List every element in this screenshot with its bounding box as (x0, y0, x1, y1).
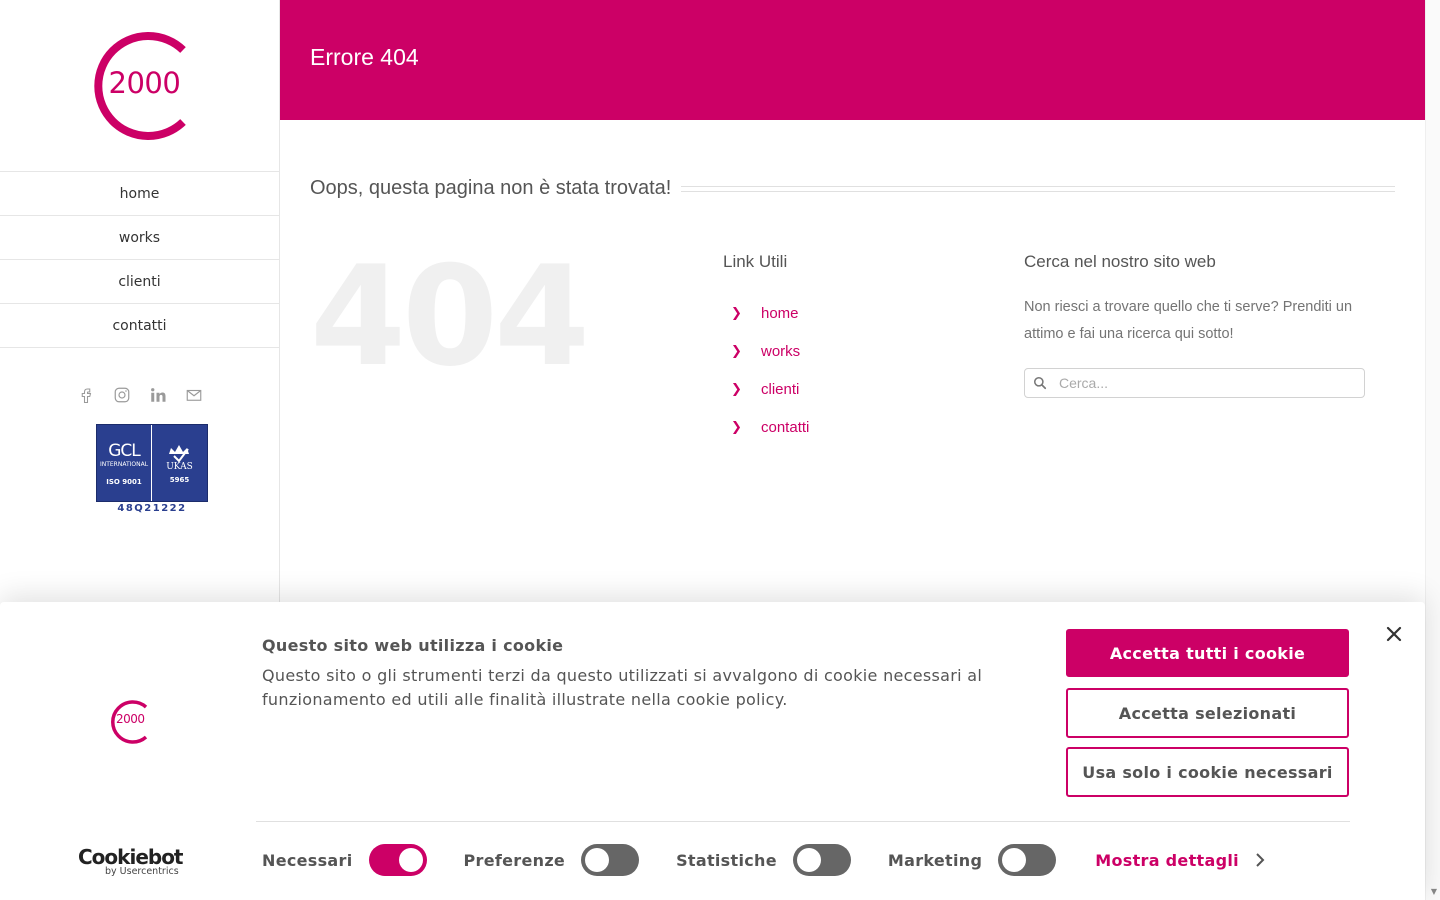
marketing-toggle[interactable] (998, 844, 1057, 876)
cert-sub: INTERNATIONAL (99, 460, 149, 468)
link-home[interactable]: home (761, 305, 799, 322)
iso-certification-badge: GCL INTERNATIONAL ISO 9001 UKAS 5965 48Q… (96, 424, 208, 516)
cert-number: 5965 (169, 476, 190, 484)
toggle-group-statistiche: Statistiche (676, 844, 851, 876)
cert-brand: GCL (108, 440, 141, 461)
cookie-banner: 2000 Questo sito web utilizza i cookie Q… (0, 602, 1425, 900)
show-details-link[interactable]: Mostra dettagli (1095, 851, 1265, 870)
cert-ukas: UKAS (166, 462, 193, 472)
search-title: Cerca nel nostro sito web (1024, 252, 1216, 271)
list-item: ❯ clienti (723, 370, 983, 408)
site-search: Cerca nel nostro sito web Non riesci a t… (1024, 252, 1365, 398)
cert-iso: ISO 9001 (106, 477, 142, 486)
necessari-toggle[interactable] (368, 844, 427, 876)
show-details-label: Mostra dettagli (1095, 850, 1239, 870)
toggle-knob (796, 848, 821, 872)
sidebar-nav: home works clienti contatti (0, 171, 279, 348)
heading-separator (681, 185, 1395, 192)
link-clienti[interactable]: clienti (761, 381, 799, 398)
chevron-right-icon: ❯ (731, 419, 742, 435)
cert-right: UKAS 5965 (152, 425, 207, 501)
useful-links: Link Utili ❯ home ❯ works ❯ clienti ❯ contat… (723, 252, 983, 446)
toggle-label: Necessari (262, 850, 353, 870)
cookie-logo-text: 2000 (116, 712, 145, 726)
toggle-label: Marketing (887, 850, 983, 870)
list-item: ❯ home (723, 294, 983, 332)
toggle-group-marketing: Marketing (887, 844, 1057, 876)
list-item: ❯ works (723, 332, 983, 370)
cert-box: GCL INTERNATIONAL ISO 9001 UKAS 5965 (96, 424, 208, 502)
link-contatti[interactable]: contatti (761, 419, 809, 436)
instagram-icon[interactable] (113, 386, 131, 404)
cookie-text: Questo sito o gli strumenti terzi da que… (262, 666, 983, 709)
toggle-knob (1002, 848, 1027, 872)
chevron-right-icon: ❯ (731, 381, 742, 397)
nav-item-home[interactable]: home (0, 172, 279, 216)
facebook-icon[interactable] (77, 386, 95, 404)
cookie-consent-toggles: Necessari Preferenze Statistiche Marketi… (262, 842, 1265, 878)
cert-left: GCL INTERNATIONAL ISO 9001 (97, 425, 153, 501)
useful-links-title: Link Utili (723, 252, 788, 271)
nav-item-contatti[interactable]: contatti (0, 304, 279, 348)
crown-check-icon (168, 445, 189, 462)
mail-icon[interactable] (185, 386, 203, 404)
big-404-text: 404 (310, 236, 590, 397)
toggle-label: Statistiche (676, 850, 777, 870)
list-item: ❯ contatti (723, 408, 983, 446)
toggle-label: Preferenze (463, 850, 566, 870)
accept-all-cookies-button[interactable]: Accetta tutti i cookie (1066, 629, 1349, 677)
necessary-only-button[interactable]: Usa solo i cookie necessari (1066, 747, 1349, 797)
toggle-knob (398, 848, 423, 872)
search-box[interactable] (1024, 368, 1365, 398)
toggle-group-necessari: Necessari (262, 844, 427, 876)
scroll-down-arrow-icon[interactable]: ▼ (1431, 887, 1437, 896)
cookie-divider (256, 821, 1350, 822)
toggle-group-preferenze: Preferenze (464, 844, 640, 876)
cookie-banner-logo: 2000 (106, 699, 150, 745)
accept-selected-button[interactable]: Accetta selezionati (1066, 688, 1349, 738)
error-heading: Oops, questa pagina non è stata trovata! (310, 177, 672, 199)
logo-text: 2000 (108, 65, 181, 100)
error-heading-row: Oops, questa pagina non è stata trovata! (310, 177, 1395, 200)
link-works[interactable]: works (761, 343, 800, 360)
nav-item-works[interactable]: works (0, 216, 279, 260)
search-icon (1033, 376, 1047, 390)
scrollbar[interactable]: ▼ (1425, 0, 1440, 900)
chevron-right-icon: ❯ (731, 305, 742, 321)
cookiebot-by: by Usercentrics (105, 866, 179, 877)
cookiebot-logo: Cookiebot by Usercentrics (78, 845, 183, 877)
chevron-right-icon: ❯ (731, 343, 742, 359)
page-title-bar: Errore 404 (280, 0, 1425, 120)
linkedin-icon[interactable] (149, 386, 167, 404)
search-description: Non riesci a trovare quello che ti serve… (1024, 299, 1353, 342)
nav-item-clienti[interactable]: clienti (0, 260, 279, 304)
useful-links-list: ❯ home ❯ works ❯ clienti ❯ contatti (723, 294, 983, 446)
preferenze-toggle[interactable] (581, 844, 640, 876)
cert-code: 48Q21222 (117, 503, 187, 514)
toggle-knob (585, 848, 610, 872)
page-title: Errore 404 (310, 44, 419, 70)
close-icon[interactable] (1384, 624, 1404, 644)
logo-area: 2000 (0, 0, 279, 171)
cookie-title: Questo sito web utilizza i cookie (262, 636, 564, 655)
social-links (0, 386, 279, 404)
site-logo[interactable]: 2000 (85, 30, 195, 142)
search-input[interactable] (1059, 375, 1359, 391)
chevron-right-icon (1256, 853, 1265, 867)
statistiche-toggle[interactable] (792, 844, 851, 876)
